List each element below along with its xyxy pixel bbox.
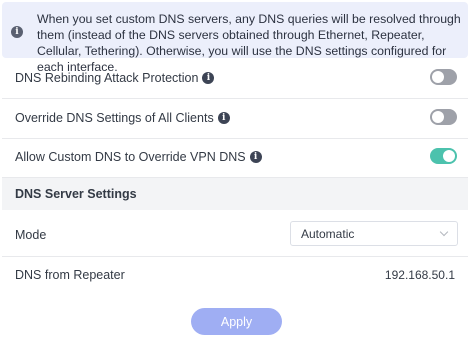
info-icon[interactable]: i: [217, 112, 230, 124]
dns-from-repeater-label: DNS from Repeater: [15, 268, 125, 282]
chevron-down-icon: [439, 227, 449, 237]
override-clients-toggle[interactable]: [430, 109, 457, 125]
row-custom-vpn-dns: Allow Custom DNS to Override VPN DNS i: [2, 138, 468, 178]
custom-vpn-dns-label: Allow Custom DNS to Override VPN DNS: [15, 150, 246, 164]
override-clients-label: Override DNS Settings of All Clients: [15, 111, 214, 125]
apply-button[interactable]: Apply: [191, 308, 282, 335]
mode-label: Mode: [15, 228, 47, 242]
toggle-knob: [443, 150, 455, 162]
info-icon: i: [11, 26, 23, 38]
dns-rebinding-label: DNS Rebinding Attack Protection: [15, 71, 199, 85]
row-dns-from-repeater: DNS from Repeater 192.168.50.1: [2, 257, 468, 297]
section-header: DNS Server Settings: [2, 178, 468, 210]
dns-from-repeater-value: 192.168.50.1: [384, 268, 455, 282]
mode-select-value: Automatic: [301, 227, 355, 241]
custom-vpn-dns-toggle[interactable]: [430, 148, 457, 164]
info-banner: i When you set custom DNS servers, any D…: [2, 2, 468, 74]
info-icon[interactable]: i: [249, 151, 262, 163]
row-override-clients: Override DNS Settings of All Clients i: [2, 99, 468, 139]
section-title: DNS Server Settings: [15, 187, 137, 201]
mode-select[interactable]: Automatic: [290, 221, 458, 246]
toggle-knob: [432, 71, 444, 83]
toggle-knob: [432, 111, 444, 123]
dns-rebinding-toggle[interactable]: [430, 69, 457, 85]
info-icon[interactable]: i: [202, 72, 215, 84]
row-dns-rebinding: DNS Rebinding Attack Protection i: [2, 59, 468, 99]
